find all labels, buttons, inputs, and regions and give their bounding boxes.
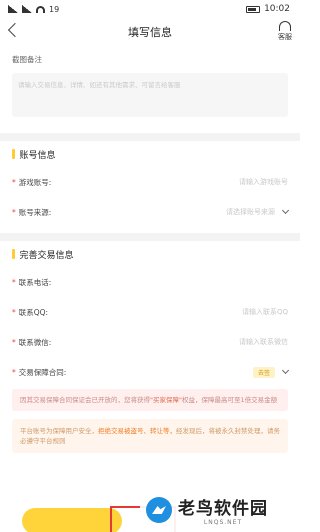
chevron-down-icon bbox=[281, 206, 290, 215]
contract-action[interactable]: 去签 bbox=[252, 366, 290, 378]
status-time: 10:02 bbox=[264, 4, 290, 14]
submit-button[interactable] bbox=[22, 508, 122, 532]
carrier-text: 19 bbox=[49, 4, 60, 14]
watermark-name: 老鸟软件园 bbox=[178, 499, 268, 519]
status-left: 19 bbox=[8, 5, 59, 14]
page-title: 填写信息 bbox=[128, 26, 172, 39]
customer-service-button[interactable]: 客服 bbox=[278, 21, 292, 42]
status-right: 10:02 bbox=[246, 4, 290, 14]
game-account-row[interactable]: * 游戏账号: 请输入游戏账号 bbox=[0, 167, 300, 197]
battery-icon bbox=[246, 5, 261, 13]
account-section-title: 账号信息 bbox=[0, 141, 300, 167]
contract-label: * 交易保障合同: bbox=[12, 367, 67, 377]
wechat-label: * 联系微信: bbox=[12, 337, 52, 347]
trade-section-title: 完善交易信息 bbox=[0, 241, 300, 267]
back-arrow-icon[interactable] bbox=[7, 22, 23, 38]
phone-label: * 联系电话: bbox=[12, 277, 52, 287]
signal-icon bbox=[8, 5, 18, 13]
watermark-url: LNQS.NET bbox=[203, 519, 243, 526]
qq-input[interactable]: 请输入联系QQ bbox=[242, 307, 288, 317]
headset-icon bbox=[279, 21, 291, 31]
section-marker-2 bbox=[12, 249, 15, 259]
phone-row[interactable]: * 联系电话: bbox=[0, 267, 300, 297]
qq-label: * 联系QQ: bbox=[12, 307, 49, 317]
divider-2 bbox=[0, 233, 300, 241]
sign-badge[interactable]: 去签 bbox=[252, 366, 275, 378]
game-account-label: * 游戏账号: bbox=[12, 177, 52, 187]
wifi-icon bbox=[36, 5, 45, 13]
contract-row[interactable]: * 交易保障合同: 去签 bbox=[0, 357, 300, 387]
account-source-label: * 账号来源: bbox=[12, 207, 52, 217]
bird-logo-icon bbox=[146, 497, 172, 523]
wechat-row[interactable]: * 联系微信: 请输入联系微信 bbox=[0, 327, 300, 357]
divider bbox=[0, 133, 300, 141]
watermark: 老鸟软件园 LNQS.NET bbox=[140, 488, 300, 532]
nav-bar: 填写信息 客服 bbox=[0, 18, 300, 46]
trade-title-text: 完善交易信息 bbox=[19, 250, 74, 261]
section-marker bbox=[12, 149, 15, 159]
account-source-row[interactable]: * 账号来源: 请选择账号来源 bbox=[0, 197, 300, 227]
chevron-down-icon-2 bbox=[281, 366, 290, 375]
wechat-input[interactable]: 请输入联系微信 bbox=[239, 337, 288, 347]
service-label: 客服 bbox=[278, 33, 292, 41]
qq-row[interactable]: * 联系QQ: 请输入联系QQ bbox=[0, 297, 300, 327]
account-title-text: 账号信息 bbox=[19, 150, 56, 161]
security-notice: 平台账号为保障用户安全，拒绝交易被盗号、转让等，经发现后，将被永久封禁处理，请务… bbox=[12, 419, 288, 453]
account-source-select[interactable]: 请选择账号来源 bbox=[226, 206, 290, 217]
signal-icon-2 bbox=[22, 5, 32, 13]
remark-label: 截图备注 bbox=[12, 55, 42, 64]
status-bar: 19 10:02 bbox=[0, 0, 300, 18]
game-account-input[interactable]: 请输入游戏账号 bbox=[239, 177, 288, 187]
remark-textarea[interactable]: 请输入交易信息、详情、如还有其他需求、可留言给客服 bbox=[12, 73, 288, 117]
guarantee-notice: 因其交易保障合同保证会已开放的，您将获得"买家保障"权益，保障最高可至1倍交易金… bbox=[12, 389, 288, 411]
